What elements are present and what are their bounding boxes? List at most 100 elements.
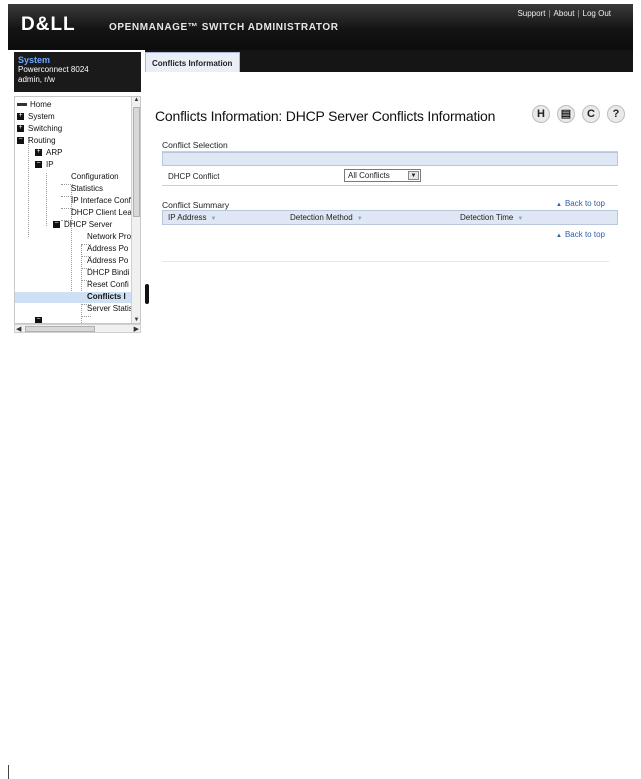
app-title: OPENMANAGE™ SWITCH ADMINISTRATOR [109, 22, 339, 33]
tree-item-arp[interactable]: + ARP [35, 148, 62, 159]
selection-grid-header [162, 152, 618, 166]
column-ip-address[interactable]: IP Address ▼ [168, 213, 217, 222]
system-model: Powerconnect 8024 [18, 65, 89, 74]
tree-item-network-pool[interactable]: Network Pro [87, 232, 131, 243]
tree-connector [81, 316, 91, 317]
page-margin-rule [8, 765, 9, 779]
refresh-icon[interactable]: C [582, 105, 600, 123]
system-info-box: System Powerconnect 8024 admin, r/w [14, 52, 141, 92]
tree-item-partial: − [35, 316, 46, 324]
tree-label: ARP [46, 148, 63, 157]
back-to-top-label: Back to top [564, 199, 605, 208]
column-detection-time[interactable]: Detection Time ▼ [460, 213, 523, 222]
scroll-right-icon[interactable]: ▶ [134, 325, 139, 333]
tree-item-configuration[interactable]: Configuration [71, 172, 119, 183]
expand-icon[interactable]: + [17, 124, 24, 133]
tree-label: Routing [28, 136, 56, 145]
triangle-up-icon: ▲ [556, 233, 562, 239]
tree-item-address-pool-1[interactable]: Address Po [87, 244, 128, 255]
tree-item-statistics[interactable]: Statistics [71, 184, 103, 195]
conflict-selection-heading: Conflict Selection [162, 140, 228, 150]
system-user: admin, r/w [18, 75, 55, 84]
tree-label: Configuration [71, 172, 119, 181]
tab-conflicts-information[interactable]: Conflicts Information [145, 52, 240, 72]
column-label: Detection Time [460, 213, 514, 222]
sort-icon: ▼ [356, 216, 363, 222]
tree-label: IP [46, 160, 54, 169]
back-to-top-label: Back to top [564, 230, 605, 239]
collapse-icon[interactable]: − [53, 220, 60, 229]
tree-item-system[interactable]: + System [17, 112, 55, 123]
header-bar: D&LL OPENMANAGE™ SWITCH ADMINISTRATOR Su… [8, 4, 633, 50]
selected-value: All Conflicts [348, 171, 390, 180]
tree-vertical-scrollbar[interactable]: ▲ ▼ [131, 97, 140, 323]
page-toolbar: H ▤ C? [525, 105, 625, 123]
triangle-up-icon: ▲ [556, 202, 562, 208]
tree-label: Network Pro [87, 232, 132, 241]
support-link[interactable]: Support [517, 9, 545, 18]
conflict-summary-heading: Conflict Summary [162, 200, 230, 210]
tree-connector [28, 137, 29, 237]
save-icon[interactable]: H [532, 105, 550, 123]
scroll-left-icon[interactable]: ◀ [16, 325, 21, 333]
tree-item-address-pool-2[interactable]: Address Po [87, 256, 128, 267]
page-title: Conflicts Information: DHCP Server Confl… [155, 108, 496, 124]
scroll-thumb[interactable] [133, 107, 140, 217]
collapse-icon: − [35, 316, 42, 324]
back-to-top-link[interactable]: ▲ Back to top [556, 230, 605, 239]
tree-item-dhcp-client[interactable]: DHCP Client Lea [71, 208, 132, 219]
sort-icon: ▼ [517, 216, 524, 222]
about-link[interactable]: About [554, 9, 575, 18]
collapse-icon[interactable]: − [35, 160, 42, 169]
tree-item-home[interactable]: Home [17, 100, 51, 111]
tree-label: Address Po [87, 244, 129, 253]
tree-label: Address Po [87, 256, 129, 265]
dhcp-conflict-label: DHCP Conflict [168, 172, 220, 181]
tree-label: Switching [28, 124, 63, 133]
tree-label: IP Interface Conf [71, 196, 131, 205]
scroll-down-icon[interactable]: ▼ [133, 317, 140, 323]
divider [162, 185, 618, 186]
app-window: D&LL OPENMANAGE™ SWITCH ADMINISTRATOR Su… [8, 4, 633, 333]
logout-link[interactable]: Log Out [583, 9, 611, 18]
tree-label: Statistics [71, 184, 104, 193]
column-detection-method[interactable]: Detection Method ▼ [290, 213, 363, 222]
tree-connector [46, 173, 47, 226]
collapse-icon[interactable]: − [17, 136, 24, 145]
main-content: Conflicts Information Conflicts Informat… [145, 50, 633, 333]
sort-icon: ▼ [210, 216, 217, 222]
tree-item-dhcp-bindings[interactable]: DHCP Bindi [87, 268, 130, 279]
print-icon[interactable]: ▤ [557, 105, 575, 123]
tree-label: Conflicts I [87, 292, 126, 301]
tree-item-ip-interface[interactable]: IP Interface Conf [71, 196, 131, 207]
tree-item-switching[interactable]: + Switching [17, 124, 62, 135]
header-links: Support | About | Log Out [517, 9, 611, 18]
tree-label: DHCP Server [64, 220, 113, 229]
tree-item-dhcp-server[interactable]: − DHCP Server [53, 220, 112, 231]
tree-item-reset-configuration[interactable]: Reset Confi [87, 280, 129, 291]
scroll-thumb[interactable] [25, 326, 95, 332]
tree-item-routing[interactable]: − Routing [17, 136, 56, 147]
tree-item-ip[interactable]: − IP [35, 160, 54, 171]
scroll-up-icon[interactable]: ▲ [133, 97, 140, 105]
tree-horizontal-scrollbar[interactable]: ◀ ▶ [14, 324, 141, 333]
expand-icon[interactable]: + [17, 112, 24, 121]
dhcp-conflict-select[interactable]: All Conflicts ▼ [344, 169, 421, 182]
navigation-tree: Home + System + Switching − Routing + ARP − I… [14, 96, 141, 324]
help-icon[interactable]: ? [607, 105, 625, 123]
tree-label: DHCP Client Lea [71, 208, 132, 217]
column-label: IP Address [168, 213, 207, 222]
tree-item-conflicts-information[interactable]: Conflicts I [15, 292, 132, 303]
tree-label: System [28, 112, 55, 121]
expand-icon[interactable]: + [35, 148, 42, 157]
dell-logo: D&LL [21, 14, 76, 35]
system-title: System [18, 55, 51, 65]
column-label: Detection Method [290, 213, 353, 222]
chevron-down-icon[interactable]: ▼ [408, 171, 419, 180]
home-icon [17, 103, 27, 107]
divider [162, 261, 609, 262]
tree-item-server-statistics[interactable]: Server Statis [87, 304, 133, 315]
back-to-top-link[interactable]: ▲ Back to top [556, 199, 605, 208]
tree-label: Reset Confi [87, 280, 129, 289]
left-panel: System Powerconnect 8024 admin, r/w Home… [8, 50, 142, 333]
